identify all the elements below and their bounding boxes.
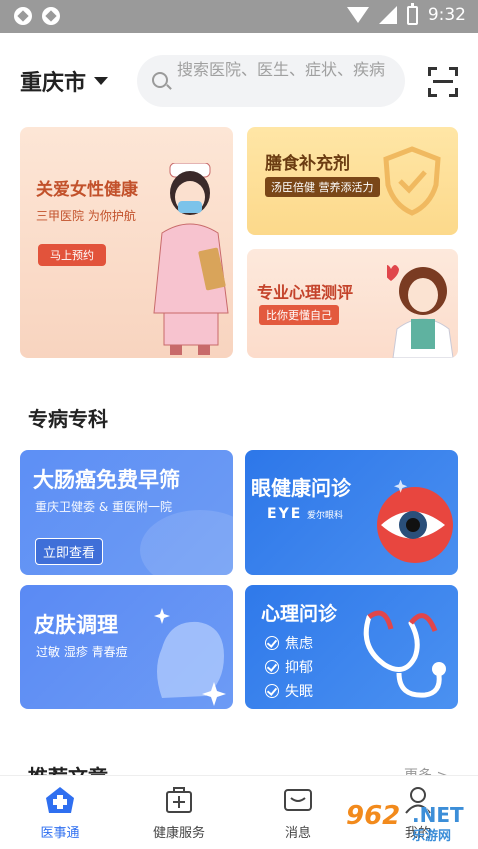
tab-home[interactable]: 医事通 xyxy=(0,776,120,849)
tab-label: 健康服务 xyxy=(152,826,205,841)
notification-icon xyxy=(42,7,60,25)
card-subtitle: 过敏 湿疹 青春痘 xyxy=(36,645,128,659)
clock: 9:32 xyxy=(427,5,466,25)
banner-title: 专业心理测评 xyxy=(257,283,354,302)
home-cross-icon xyxy=(46,787,74,813)
wifi-icon xyxy=(346,7,369,23)
check-icon xyxy=(265,636,279,650)
notification-icon xyxy=(14,7,32,25)
watermark-net: .NET xyxy=(412,803,464,827)
status-bar: 9:32 xyxy=(0,0,478,33)
card-skin-care[interactable]: 皮肤调理 过敏 湿疹 青春痘 xyxy=(20,585,233,709)
main-content[interactable]: 关爱女性健康 三甲医院 为你护航 马上预约 膳食补充剂 汤臣倍健 营养添活力 专… xyxy=(0,123,478,775)
app-screen: 9:32 重庆市 搜索医院、医生、症状、疾病 关爱女性健康 三甲医院 为你护航 … xyxy=(0,0,478,849)
watermark-site: 乐游网 xyxy=(412,829,452,844)
scan-button[interactable] xyxy=(428,67,458,97)
card-eye-consult[interactable]: 眼健康问诊 EYE 爱尔眼科 xyxy=(245,450,458,575)
symptom-list: 焦虑 抑郁 失眠 xyxy=(265,631,313,703)
section-title-recommend: 推荐文章 xyxy=(28,761,108,775)
section-title-specialty: 专病专科 xyxy=(28,407,108,431)
message-icon xyxy=(284,789,312,811)
city-label: 重庆市 xyxy=(20,71,87,96)
banner-psych-test[interactable]: 专业心理测评 比你更懂自己 xyxy=(247,249,458,358)
more-link[interactable]: 更多 > xyxy=(404,765,448,775)
medical-box-icon xyxy=(166,787,192,813)
search-placeholder: 搜索医院、医生、症状、疾病 xyxy=(177,60,386,79)
banner-title: 膳食补充剂 xyxy=(265,154,350,174)
brand-name: 爱尔眼科 xyxy=(307,511,344,521)
caret-down-icon xyxy=(94,77,109,85)
tab-health-service[interactable]: 健康服务 xyxy=(119,776,239,849)
list-item: 失眠 xyxy=(265,679,313,703)
list-item: 抑郁 xyxy=(265,655,313,679)
view-now-button[interactable]: 立即查看 xyxy=(35,538,104,565)
face-profile-icon xyxy=(154,608,226,706)
battery-icon xyxy=(406,2,418,25)
eye-icon xyxy=(377,480,453,563)
tab-label: 医事通 xyxy=(40,826,80,841)
banner-tag: 比你更懂自己 xyxy=(259,305,339,325)
search-input[interactable]: 搜索医院、医生、症状、疾病 xyxy=(137,55,405,107)
check-icon xyxy=(265,684,279,698)
stethoscope-icon xyxy=(363,610,446,698)
card-colon-screening[interactable]: 大肠癌免费早筛 重庆卫健委 & 重医附一院 立即查看 xyxy=(20,450,233,575)
banner-tag: 汤臣倍健 营养添活力 xyxy=(265,177,380,197)
card-title: 眼健康问诊 xyxy=(251,476,351,500)
book-now-button[interactable]: 马上预约 xyxy=(38,244,106,266)
brand-logo: EYE xyxy=(267,506,303,522)
site-watermark: 962 .NET 乐游网 xyxy=(340,799,478,845)
list-item: 焦虑 xyxy=(265,631,313,655)
banner-title: 关爱女性健康 xyxy=(36,180,138,200)
doctor-illustration xyxy=(387,265,454,358)
banner-diet-supplement[interactable]: 膳食补充剂 汤臣倍健 营养添活力 xyxy=(247,127,458,235)
city-selector[interactable]: 重庆市 xyxy=(20,65,109,97)
search-icon xyxy=(152,72,168,88)
banner-subtitle: 三甲医院 为你护航 xyxy=(36,209,136,223)
shield-icon xyxy=(383,146,441,216)
card-title: 大肠癌免费早筛 xyxy=(33,468,180,492)
signal-icon xyxy=(378,6,397,24)
watermark-number: 962 xyxy=(346,801,401,831)
card-mental-consult[interactable]: 心理问诊 焦虑 抑郁 失眠 xyxy=(245,585,458,709)
card-subtitle: 重庆卫健委 & 重医附一院 xyxy=(35,500,172,514)
banner-women-health[interactable]: 关爱女性健康 三甲医院 为你护航 马上预约 xyxy=(20,127,233,358)
scan-icon xyxy=(428,67,437,76)
nurse-illustration xyxy=(153,163,229,355)
card-title: 心理问诊 xyxy=(261,603,338,625)
top-header: 重庆市 搜索医院、医生、症状、疾病 xyxy=(0,33,478,123)
check-icon xyxy=(265,660,279,674)
card-title: 皮肤调理 xyxy=(34,613,118,637)
